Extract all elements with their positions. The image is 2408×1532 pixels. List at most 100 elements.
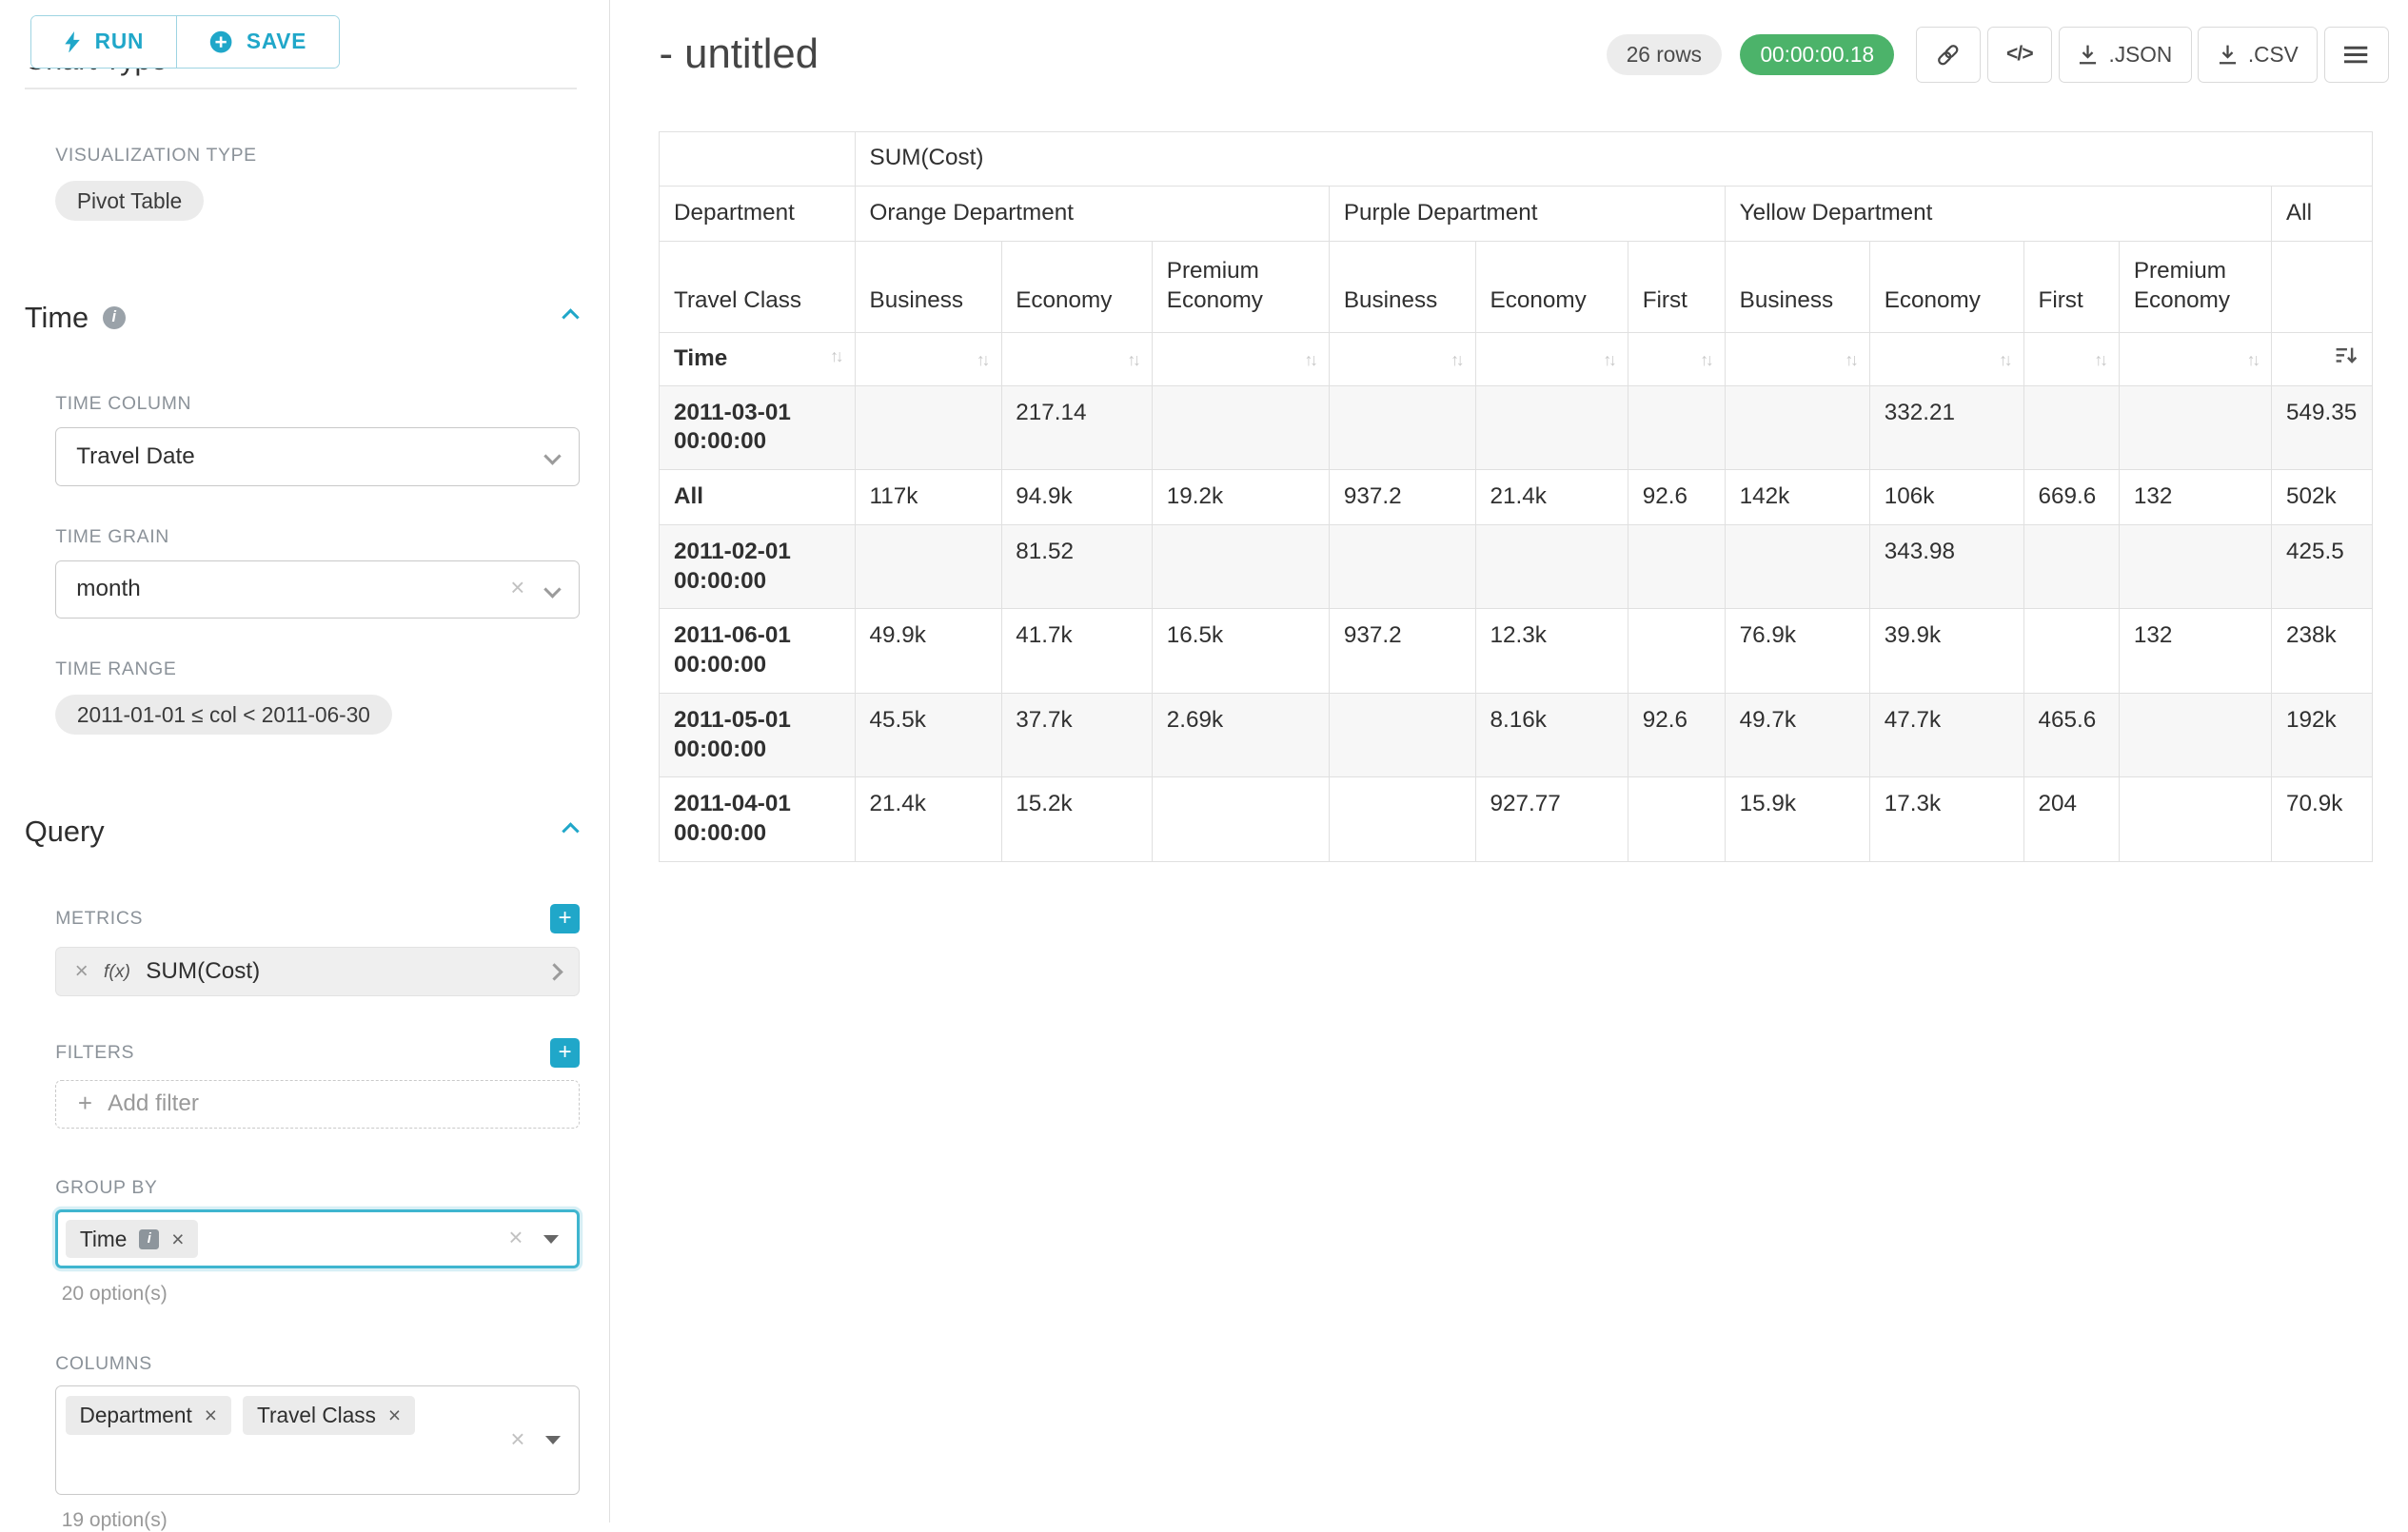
sidebar-header: Chart Type RUN SAVE bbox=[0, 0, 609, 89]
row-count-badge: 26 rows bbox=[1607, 34, 1722, 76]
pivot-value-cell: 47.7k bbox=[1870, 693, 2024, 777]
pivot-value-cell: 8.16k bbox=[1476, 693, 1628, 777]
pivot-value-cell: 39.9k bbox=[1870, 609, 2024, 694]
pivot-group-header: All bbox=[2272, 187, 2372, 242]
time-grain-value: month bbox=[76, 576, 140, 602]
pivot-sort-cell: ↑↓ bbox=[1726, 333, 1870, 385]
download-json-button[interactable]: .JSON bbox=[2059, 27, 2192, 84]
chip-label: Department bbox=[79, 1403, 191, 1428]
download-csv-button[interactable]: .CSV bbox=[2198, 27, 2318, 84]
add-filter-box[interactable]: + Add filter bbox=[55, 1080, 580, 1129]
remove-chip-icon[interactable]: × bbox=[388, 1404, 401, 1426]
pivot-value-cell: 76.9k bbox=[1726, 609, 1870, 694]
section-divider bbox=[25, 88, 577, 89]
pivot-sort-cell: ↑↓ bbox=[1153, 333, 1330, 385]
pivot-value-cell bbox=[2023, 609, 2119, 694]
add-metric-button[interactable]: + bbox=[550, 904, 580, 933]
group-by-label-row: GROUP BY bbox=[55, 1177, 580, 1199]
pivot-value-cell: 12.3k bbox=[1476, 609, 1628, 694]
embed-code-button[interactable]: </> bbox=[1987, 27, 2053, 84]
pivot-value-cell: 117k bbox=[855, 470, 1001, 525]
columns-chip-travel-class[interactable]: Travel Class × bbox=[243, 1396, 414, 1434]
filters-label-row: FILTERS + bbox=[55, 1038, 580, 1068]
sort-toggle-icon[interactable]: ↑↓ bbox=[830, 344, 840, 367]
time-section-header: Time i bbox=[25, 301, 577, 335]
remove-chip-icon[interactable]: × bbox=[205, 1404, 217, 1426]
pivot-sort-cell bbox=[2272, 333, 2372, 385]
query-timer-badge: 00:00:00.18 bbox=[1740, 34, 1894, 76]
pivot-data-row: 2011-02-01 00:00:0081.52343.98425.5 bbox=[660, 524, 2372, 609]
run-button[interactable]: RUN bbox=[31, 16, 176, 67]
chip-label: Time bbox=[80, 1227, 127, 1252]
chart-panel: - untitled 26 rows 00:00:00.18 </> bbox=[610, 0, 2407, 1522]
pivot-value-cell: 45.5k bbox=[855, 693, 1001, 777]
chip-label: Travel Class bbox=[257, 1403, 376, 1428]
pivot-value-cell: 41.7k bbox=[1001, 609, 1153, 694]
pivot-table: SUM(Cost)DepartmentOrange DepartmentPurp… bbox=[659, 131, 2372, 862]
hamburger-icon bbox=[2344, 45, 2367, 65]
sort-toggle-icon[interactable]: ↑↓ bbox=[2094, 350, 2104, 369]
columns-select[interactable]: Department × Travel Class × × bbox=[55, 1385, 580, 1495]
pivot-value-cell: 937.2 bbox=[1330, 470, 1476, 525]
sort-toggle-icon[interactable]: ↑↓ bbox=[1127, 350, 1137, 369]
pivot-sort-row: Time↑↓↑↓↑↓↑↓↑↓↑↓↑↓↑↓↑↓↑↓↑↓ bbox=[660, 333, 2372, 385]
pivot-value-cell bbox=[855, 524, 1001, 609]
pivot-value-cell: 204 bbox=[2023, 777, 2119, 862]
save-button[interactable]: SAVE bbox=[176, 16, 339, 67]
dropdown-arrow-icon[interactable] bbox=[545, 1436, 561, 1444]
pivot-value-cell bbox=[1330, 524, 1476, 609]
query-section-title: Query bbox=[25, 815, 105, 849]
clear-all-icon[interactable]: × bbox=[508, 1227, 523, 1251]
pivot-value-cell bbox=[2023, 385, 2119, 470]
sort-toggle-icon[interactable]: ↑↓ bbox=[1451, 350, 1461, 369]
sort-toggle-icon[interactable]: ↑↓ bbox=[1700, 350, 1710, 369]
filters-label: FILTERS bbox=[55, 1042, 134, 1064]
pivot-sort-cell: ↑↓ bbox=[1001, 333, 1153, 385]
visualization-type-pill[interactable]: Pivot Table bbox=[55, 181, 204, 221]
pivot-value-cell: 927.77 bbox=[1476, 777, 1628, 862]
metric-chip[interactable]: × f(x) SUM(Cost) bbox=[55, 947, 580, 996]
remove-metric-icon[interactable]: × bbox=[75, 960, 89, 983]
pivot-value-cell bbox=[1726, 385, 1870, 470]
pivot-value-cell bbox=[1726, 524, 1870, 609]
pivot-subcol-header: Premium Economy bbox=[1153, 241, 1330, 333]
pivot-value-cell bbox=[2120, 777, 2272, 862]
pivot-group-row: DepartmentOrange DepartmentPurple Depart… bbox=[660, 187, 2372, 242]
pivot-row-label: 2011-03-01 00:00:00 bbox=[660, 385, 855, 470]
time-grain-select[interactable]: month × bbox=[55, 560, 580, 619]
pivot-value-cell bbox=[1153, 777, 1330, 862]
share-link-button[interactable] bbox=[1916, 27, 1981, 84]
group-by-select[interactable]: Time i × × bbox=[55, 1209, 580, 1269]
sort-toggle-icon[interactable]: ↑↓ bbox=[1304, 350, 1314, 369]
chevron-up-icon[interactable] bbox=[562, 309, 579, 326]
time-column-select[interactable]: Travel Date bbox=[55, 427, 580, 485]
clear-all-icon[interactable]: × bbox=[510, 1428, 524, 1453]
dropdown-arrow-icon[interactable] bbox=[543, 1235, 559, 1244]
time-grain-field: TIME GRAIN month × bbox=[55, 526, 580, 619]
pivot-value-cell: 549.35 bbox=[2272, 385, 2372, 470]
sort-toggle-icon[interactable]: ↑↓ bbox=[977, 350, 987, 369]
save-button-label: SAVE bbox=[247, 29, 306, 54]
pivot-value-cell bbox=[1476, 385, 1628, 470]
sort-descending-icon[interactable] bbox=[2335, 344, 2358, 366]
pivot-value-cell: 21.4k bbox=[1476, 470, 1628, 525]
add-filter-button[interactable]: + bbox=[550, 1038, 580, 1068]
remove-chip-icon[interactable]: × bbox=[171, 1228, 184, 1250]
sort-toggle-icon[interactable]: ↑↓ bbox=[2247, 350, 2258, 369]
time-range-pill[interactable]: 2011-01-01 ≤ col < 2011-06-30 bbox=[55, 695, 391, 735]
chevron-up-icon[interactable] bbox=[562, 823, 579, 840]
group-by-chip[interactable]: Time i × bbox=[66, 1220, 198, 1258]
sort-toggle-icon[interactable]: ↑↓ bbox=[1603, 350, 1613, 369]
sort-toggle-icon[interactable]: ↑↓ bbox=[1845, 350, 1855, 369]
columns-chip-department[interactable]: Department × bbox=[66, 1396, 231, 1434]
menu-button[interactable] bbox=[2324, 27, 2389, 84]
pivot-value-cell: 937.2 bbox=[1330, 609, 1476, 694]
pivot-value-cell: 15.2k bbox=[1001, 777, 1153, 862]
add-filter-placeholder: Add filter bbox=[108, 1090, 199, 1117]
sort-toggle-icon[interactable]: ↑↓ bbox=[1999, 350, 2009, 369]
clear-icon[interactable]: × bbox=[510, 577, 524, 601]
pivot-metric-header: SUM(Cost) bbox=[855, 131, 2372, 187]
run-save-group: RUN SAVE bbox=[30, 15, 340, 68]
caret-right-icon[interactable] bbox=[545, 963, 563, 980]
time-range-label: TIME RANGE bbox=[55, 658, 580, 680]
